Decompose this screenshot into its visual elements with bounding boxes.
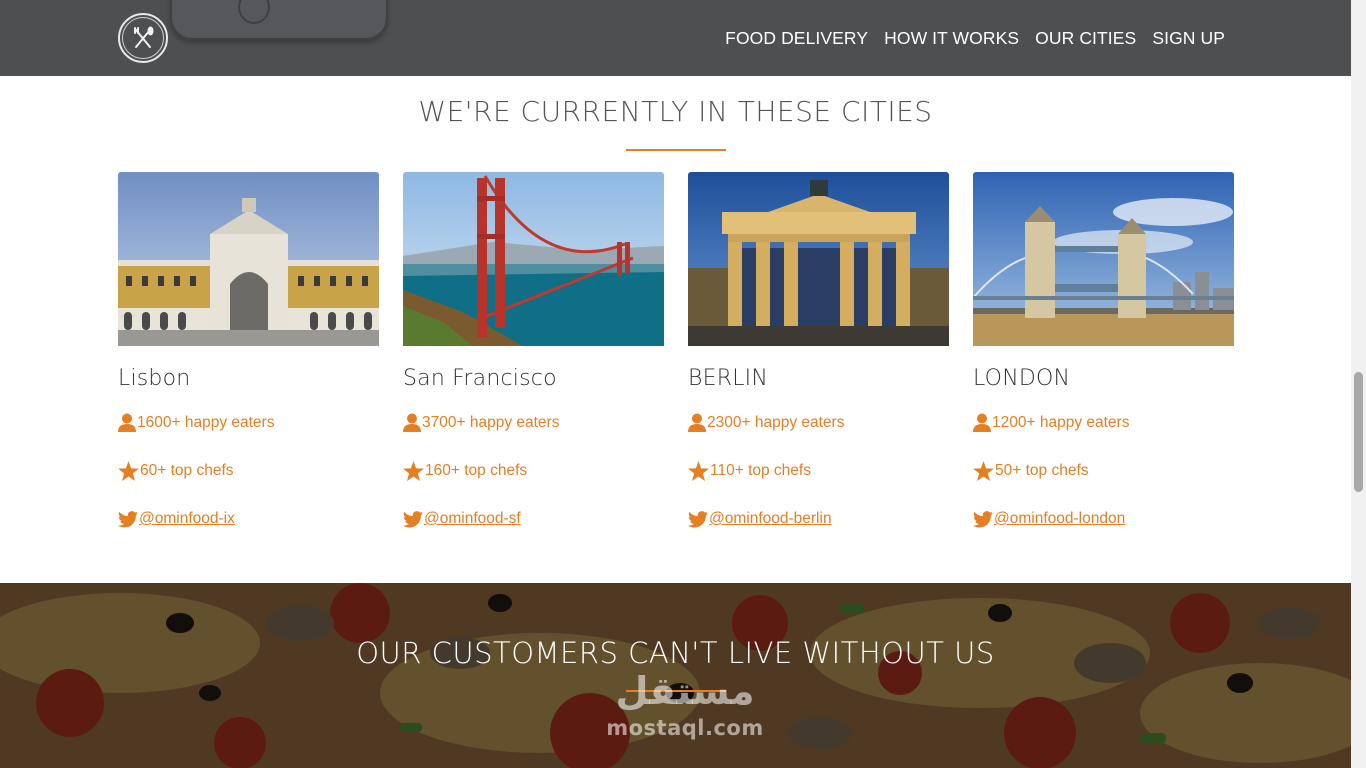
eaters-stat: 1600+ happy eaters bbox=[118, 407, 379, 439]
logo[interactable] bbox=[118, 13, 168, 63]
city-card-berlin: BERLIN 2300+ happy eaters 110+ top chefs… bbox=[688, 172, 949, 535]
city-photo-berlin bbox=[688, 172, 949, 346]
fork-knife-icon bbox=[134, 26, 154, 48]
chefs-text: 60+ top chefs bbox=[140, 462, 234, 479]
eaters-stat: 2300+ happy eaters bbox=[688, 407, 949, 439]
twitter-link[interactable]: @ominfood-sf bbox=[424, 510, 521, 528]
star-icon bbox=[688, 461, 709, 481]
twitter-stat: @ominfood-london bbox=[973, 503, 1234, 535]
chefs-stat: 60+ top chefs bbox=[118, 455, 379, 487]
eaters-text: 3700+ happy eaters bbox=[422, 414, 560, 431]
testimonials-title: OUR CUSTOMERS CAN'T LIVE WITHOUT US bbox=[356, 636, 995, 670]
twitter-stat: @ominfood-berlin bbox=[688, 503, 949, 535]
nav-how-it-works[interactable]: HOW IT WORKS bbox=[884, 28, 1019, 49]
twitter-icon bbox=[688, 510, 708, 527]
watermark-latin: mostaql.com bbox=[606, 716, 764, 740]
title-underline bbox=[626, 149, 726, 151]
watermark-arabic: مستقل bbox=[615, 669, 755, 713]
chefs-stat: 110+ top chefs bbox=[688, 455, 949, 487]
twitter-icon bbox=[118, 510, 138, 527]
eaters-stat: 3700+ happy eaters bbox=[403, 407, 664, 439]
twitter-link[interactable]: @ominfood-london bbox=[994, 510, 1125, 528]
twitter-icon bbox=[973, 510, 993, 527]
scrollbar-thumb[interactable] bbox=[1354, 372, 1363, 492]
person-icon bbox=[973, 413, 991, 432]
city-name: BERLIN bbox=[688, 366, 768, 391]
person-icon bbox=[118, 413, 136, 432]
city-photo-london bbox=[973, 172, 1234, 346]
watermark: مستقل mostaql.com bbox=[600, 672, 770, 740]
nav-our-cities[interactable]: OUR CITIES bbox=[1035, 28, 1136, 49]
nav-food-delivery[interactable]: FOOD DELIVERY bbox=[725, 28, 868, 49]
header-decoration bbox=[170, 0, 388, 40]
eaters-text: 1200+ happy eaters bbox=[992, 414, 1130, 431]
eaters-text: 1600+ happy eaters bbox=[137, 414, 275, 431]
twitter-link[interactable]: @ominfood-berlin bbox=[709, 510, 832, 528]
chefs-text: 160+ top chefs bbox=[425, 462, 528, 479]
person-icon bbox=[688, 413, 706, 432]
main-navigation: FOOD DELIVERY HOW IT WORKS OUR CITIES SI… bbox=[725, 28, 1225, 49]
chefs-stat: 50+ top chefs bbox=[973, 455, 1234, 487]
chefs-text: 110+ top chefs bbox=[710, 462, 811, 479]
chefs-stat: 160+ top chefs bbox=[403, 455, 664, 487]
city-photo-san-francisco bbox=[403, 172, 664, 346]
city-card-lisbon: Lisbon 1600+ happy eaters 60+ top chefs … bbox=[118, 172, 379, 535]
star-icon bbox=[973, 461, 994, 481]
city-name: Lisbon bbox=[118, 366, 191, 391]
chefs-text: 50+ top chefs bbox=[995, 462, 1089, 479]
person-icon bbox=[403, 413, 421, 432]
city-card-san-francisco: San Francisco 3700+ happy eaters 160+ to… bbox=[403, 172, 664, 535]
nav-sign-up[interactable]: SIGN UP bbox=[1152, 28, 1225, 49]
page-scrollbar[interactable] bbox=[1351, 0, 1366, 768]
twitter-link[interactable]: @ominfood-ix bbox=[139, 510, 235, 528]
eaters-text: 2300+ happy eaters bbox=[707, 414, 845, 431]
star-icon bbox=[118, 461, 139, 481]
site-header: FOOD DELIVERY HOW IT WORKS OUR CITIES SI… bbox=[0, 0, 1351, 76]
city-card-london: LONDON 1200+ happy eaters 50+ top chefs … bbox=[973, 172, 1234, 535]
twitter-icon bbox=[403, 510, 423, 527]
city-photo-lisbon bbox=[118, 172, 379, 346]
city-name: San Francisco bbox=[403, 366, 557, 391]
twitter-stat: @ominfood-ix bbox=[118, 503, 379, 535]
cities-section-title: WE'RE CURRENTLY IN THESE CITIES bbox=[418, 95, 933, 128]
eaters-stat: 1200+ happy eaters bbox=[973, 407, 1234, 439]
city-name: LONDON bbox=[973, 366, 1071, 391]
star-icon bbox=[403, 461, 424, 481]
twitter-stat: @ominfood-sf bbox=[403, 503, 664, 535]
